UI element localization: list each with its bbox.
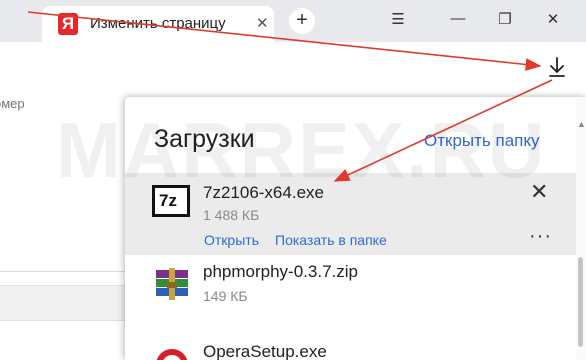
opera-icon xyxy=(156,349,188,360)
open-folder-link[interactable]: Открыть папку xyxy=(424,131,539,151)
7z-icon: 7z xyxy=(152,185,190,217)
tab-close-icon[interactable]: ✕ xyxy=(256,14,269,32)
download-item[interactable]: 7z 7z2106-x64.exe 1 488 КБ ✕ Открыть Пок… xyxy=(125,173,576,255)
page-text-fragment: омер xyxy=(0,96,25,111)
file-size: 1 488 КБ xyxy=(203,207,260,223)
winrar-archive-icon xyxy=(156,268,188,300)
page-input-strip xyxy=(0,285,125,321)
file-size: 149 КБ xyxy=(203,288,248,304)
tab-title: Изменить страницу xyxy=(90,15,226,32)
toolbar xyxy=(0,42,586,96)
restore-icon[interactable]: ❐ xyxy=(494,10,516,28)
browser-tab[interactable]: Я Изменить страницу ✕ xyxy=(42,6,274,42)
more-options-icon[interactable]: ··· xyxy=(529,225,552,248)
window-close-icon[interactable]: ✕ xyxy=(542,10,564,28)
yandex-logo-icon: Я xyxy=(58,13,78,35)
remove-item-icon[interactable]: ✕ xyxy=(530,181,548,203)
download-icon xyxy=(549,57,565,77)
minimize-icon[interactable]: — xyxy=(447,10,469,27)
panel-title: Загрузки xyxy=(154,125,255,153)
tab-bar: Я Изменить страницу ✕ + ☰ — ❐ ✕ xyxy=(0,0,586,42)
downloads-panel: Загрузки Открыть папку 7z 7z2106-x64.exe… xyxy=(125,97,586,360)
file-name: OperaSetup.exe xyxy=(203,342,327,360)
show-in-folder-link[interactable]: Показать в папке xyxy=(275,232,387,248)
open-file-link[interactable]: Открыть xyxy=(204,232,259,248)
file-name: 7z2106-x64.exe xyxy=(203,183,324,202)
file-name: phpmorphy-0.3.7.zip xyxy=(203,262,358,281)
new-tab-button[interactable]: + xyxy=(289,8,315,34)
scrollbar-thumb[interactable] xyxy=(578,257,583,347)
downloads-button[interactable] xyxy=(544,52,570,82)
menu-icon[interactable]: ☰ xyxy=(387,10,409,28)
divider xyxy=(0,271,125,272)
scroll-up-icon[interactable]: ▲ xyxy=(577,119,586,129)
